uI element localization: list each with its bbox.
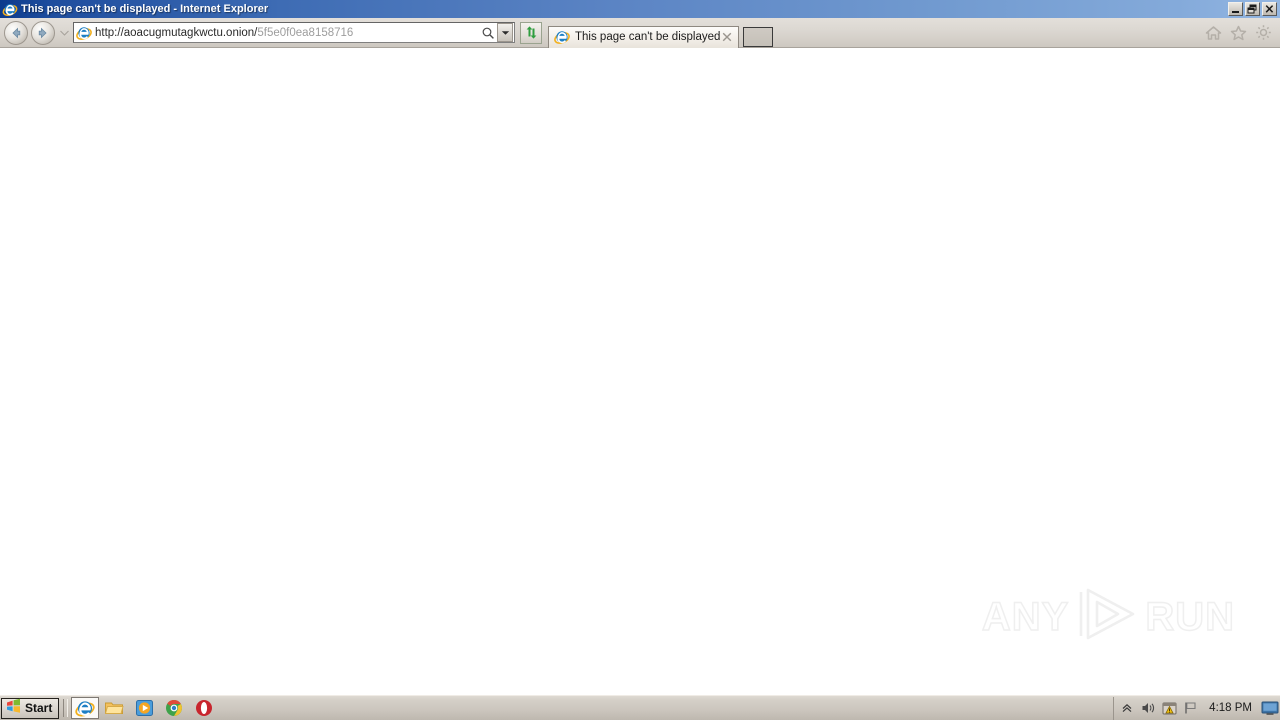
chrome-icon xyxy=(166,699,183,716)
taskbar-chrome[interactable] xyxy=(159,697,189,719)
arrow-right-icon xyxy=(38,27,47,38)
navigation-buttons xyxy=(4,20,72,45)
quick-launch-bar xyxy=(71,697,219,719)
taskbar-opera[interactable] xyxy=(189,697,219,719)
address-bar[interactable]: http://aoacugmutagkwctu.onion/5f5e0f0ea8… xyxy=(73,22,515,43)
speaker-icon[interactable] xyxy=(1140,700,1156,716)
page-content-area: ANY RUN xyxy=(0,49,1280,695)
close-button[interactable] xyxy=(1262,2,1277,16)
chevron-up-icon[interactable] xyxy=(1119,700,1135,716)
chevron-down-icon xyxy=(59,30,69,36)
address-favicon-icon xyxy=(76,25,92,41)
show-desktop-button[interactable] xyxy=(1260,699,1280,717)
tab-favicon-icon xyxy=(554,29,570,45)
tab-strip: This page can't be displayed xyxy=(548,18,774,48)
internet-explorer-icon xyxy=(2,2,18,17)
watermark-text-any: ANY xyxy=(981,594,1070,640)
taskbar-windows-explorer[interactable] xyxy=(99,697,129,719)
flag-icon[interactable] xyxy=(1182,700,1198,716)
back-button[interactable] xyxy=(4,20,28,45)
watermark-text-run: RUN xyxy=(1145,594,1235,640)
minimize-button[interactable] xyxy=(1228,2,1243,16)
address-input[interactable]: http://aoacugmutagkwctu.onion/5f5e0f0ea8… xyxy=(95,25,479,40)
media-player-icon xyxy=(135,700,153,716)
address-dropdown-button[interactable] xyxy=(497,23,513,42)
command-bar xyxy=(1204,24,1272,42)
address-url-main: http://aoacugmutagkwctu.onion/ xyxy=(95,27,258,39)
start-label: Start xyxy=(25,701,53,715)
system-tray: 4:18 PM xyxy=(1113,696,1256,720)
tab-close-icon[interactable] xyxy=(720,30,734,44)
shield-warning-icon[interactable] xyxy=(1161,700,1177,716)
recent-pages-dropdown[interactable] xyxy=(58,21,70,45)
restore-button[interactable] xyxy=(1245,2,1260,16)
anyrun-watermark: ANY RUN xyxy=(981,586,1235,647)
home-icon[interactable] xyxy=(1204,24,1222,42)
address-url-path: 5f5e0f0ea8158716 xyxy=(257,27,354,39)
window-title: This page can't be displayed - Internet … xyxy=(21,3,269,15)
taskbar-clock[interactable]: 4:18 PM xyxy=(1209,702,1252,714)
opera-icon xyxy=(196,700,213,716)
start-button[interactable]: Start xyxy=(1,697,60,719)
ie-browser-window: This page can't be displayed - Internet … xyxy=(0,0,1280,720)
windows-flag-icon xyxy=(5,698,22,719)
browser-toolbar: http://aoacugmutagkwctu.onion/5f5e0f0ea8… xyxy=(0,18,1280,48)
browser-tab[interactable]: This page can't be displayed xyxy=(548,25,740,48)
tools-gear-icon[interactable] xyxy=(1254,24,1272,42)
taskbar-internet-explorer[interactable] xyxy=(71,697,100,719)
refresh-icon xyxy=(526,26,536,39)
window-title-bar: This page can't be displayed - Internet … xyxy=(0,0,1280,18)
window-controls xyxy=(1228,2,1277,16)
refresh-button[interactable] xyxy=(520,21,542,44)
arrow-left-icon xyxy=(12,27,21,38)
chevron-down-icon xyxy=(501,30,509,35)
quicklaunch-separator xyxy=(63,699,69,717)
play-triangle-logo xyxy=(1075,586,1139,647)
new-tab-button[interactable] xyxy=(743,26,774,47)
tab-label: This page can't be displayed xyxy=(575,31,721,43)
forward-button[interactable] xyxy=(31,20,55,45)
search-magnifier-icon[interactable] xyxy=(479,23,497,42)
folder-icon xyxy=(105,702,124,714)
taskbar-media-player[interactable] xyxy=(129,697,159,719)
favorites-star-icon[interactable] xyxy=(1229,24,1247,42)
windows-taskbar: Start 4:18 PM xyxy=(0,695,1280,720)
